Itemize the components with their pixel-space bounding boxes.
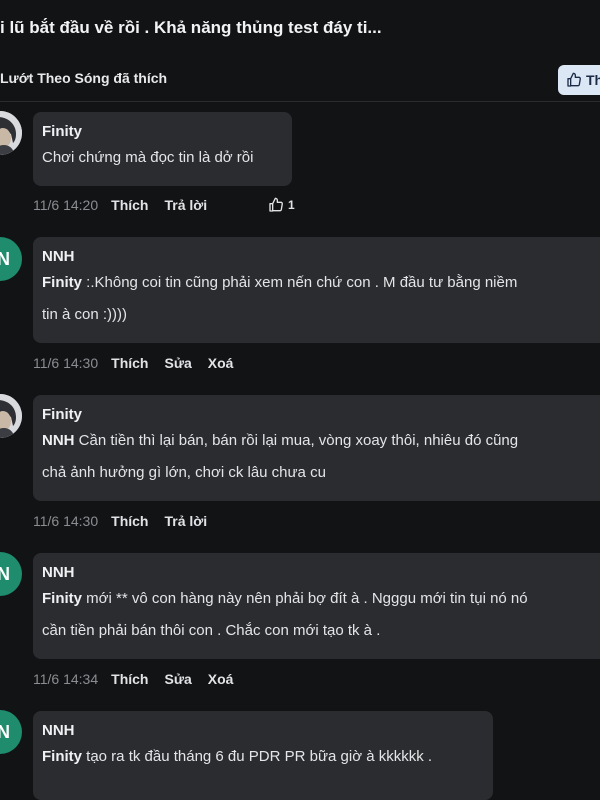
comment-text: Finity mới ** vô con hàng này nên phải b… (42, 590, 528, 607)
comment-text: NNH Cần tiền thì lại bán, bán rồi lại mu… (42, 432, 519, 449)
comment-author[interactable]: Finity (42, 405, 600, 425)
mention[interactable]: Finity (42, 274, 82, 291)
comment-meta: 11/6 14:30 Thích Sửa Xoá (33, 353, 249, 373)
avatar[interactable]: N (0, 552, 22, 596)
comment-text-continued: chả ảnh hưởng gì lớn, chơi ck lâu chưa c… (42, 464, 326, 481)
delete-action[interactable]: Xoá (208, 671, 234, 687)
comment-like-count[interactable]: 1 (268, 197, 295, 213)
liked-by-row: Lướt Theo Sóng đã thích (0, 70, 167, 90)
comment-time: 11/6 14:20 (33, 197, 99, 213)
liked-by-text: Lướt Theo Sóng đã thích (0, 70, 168, 86)
thumbs-up-icon (269, 197, 283, 212)
like-button[interactable]: Th (558, 65, 600, 95)
edit-action[interactable]: Sửa (164, 355, 191, 371)
like-action[interactable]: Thích (111, 355, 148, 371)
like-count: 1 (288, 198, 295, 212)
comment-time: 11/6 14:30 (33, 355, 99, 371)
edit-action[interactable]: Sửa (164, 671, 191, 687)
user-photo-icon (0, 111, 22, 155)
mention[interactable]: Finity (42, 748, 82, 765)
mention[interactable]: Finity (42, 590, 82, 607)
comment-time: 11/6 14:34 (33, 671, 99, 687)
avatar-letter: N (0, 721, 10, 742)
avatar[interactable]: N (0, 710, 22, 754)
comment-text: Finity :.Không coi tin cũng phải xem nến… (42, 274, 518, 291)
reply-action[interactable]: Trả lời (164, 513, 207, 529)
like-action[interactable]: Thích (111, 197, 148, 213)
like-button-label: Th (586, 72, 600, 88)
like-action[interactable]: Thích (111, 671, 148, 687)
mention[interactable]: NNH (42, 432, 75, 449)
comment-bubble: NNH Finity :.Không coi tin cũng phải xem… (33, 237, 600, 343)
comment-text-continued: tin à con :)))) (42, 306, 128, 323)
comment-meta: 11/6 14:34 Thích Sửa Xoá (33, 669, 249, 689)
like-action[interactable]: Thích (111, 513, 148, 529)
comment-author[interactable]: Finity (42, 122, 283, 142)
user-photo-icon (0, 394, 22, 438)
comment-author[interactable]: NNH (42, 721, 484, 741)
avatar-letter: N (0, 563, 10, 584)
post-title: i lũ bắt đầu về rồi . Khả năng thủng tes… (0, 18, 382, 37)
comment-bubble: NNH Finity tạo ra tk đầu tháng 6 đu PDR … (33, 711, 493, 800)
comment-bubble: Finity Chơi chứng mà đọc tin là dở rồi (33, 112, 292, 186)
comment-author[interactable]: NNH (42, 247, 600, 267)
delete-action[interactable]: Xoá (208, 355, 234, 371)
avatar[interactable] (0, 111, 22, 155)
comment-author[interactable]: NNH (42, 563, 600, 583)
reply-action[interactable]: Trả lời (164, 197, 207, 213)
comment-text: Finity tạo ra tk đầu tháng 6 đu PDR PR b… (42, 748, 433, 765)
thumbs-up-icon (567, 72, 581, 87)
comment-bubble: NNH Finity mới ** vô con hàng này nên ph… (33, 553, 600, 659)
comment-time: 11/6 14:30 (33, 513, 99, 529)
comment-meta: 11/6 14:30 Thích Trả lời (33, 511, 223, 531)
comment-meta: 11/6 14:20 Thích Trả lời (33, 195, 223, 215)
avatar-letter: N (0, 248, 10, 269)
comment-text-continued: cần tiền phải bán thôi con . Chắc con mớ… (42, 622, 381, 639)
avatar[interactable]: N (0, 237, 22, 281)
comment-text: Chơi chứng mà đọc tin là dở rồi (42, 149, 254, 166)
comment-bubble: Finity NNH Cần tiền thì lại bán, bán rồi… (33, 395, 600, 501)
header-divider (0, 101, 600, 102)
avatar[interactable] (0, 394, 22, 438)
